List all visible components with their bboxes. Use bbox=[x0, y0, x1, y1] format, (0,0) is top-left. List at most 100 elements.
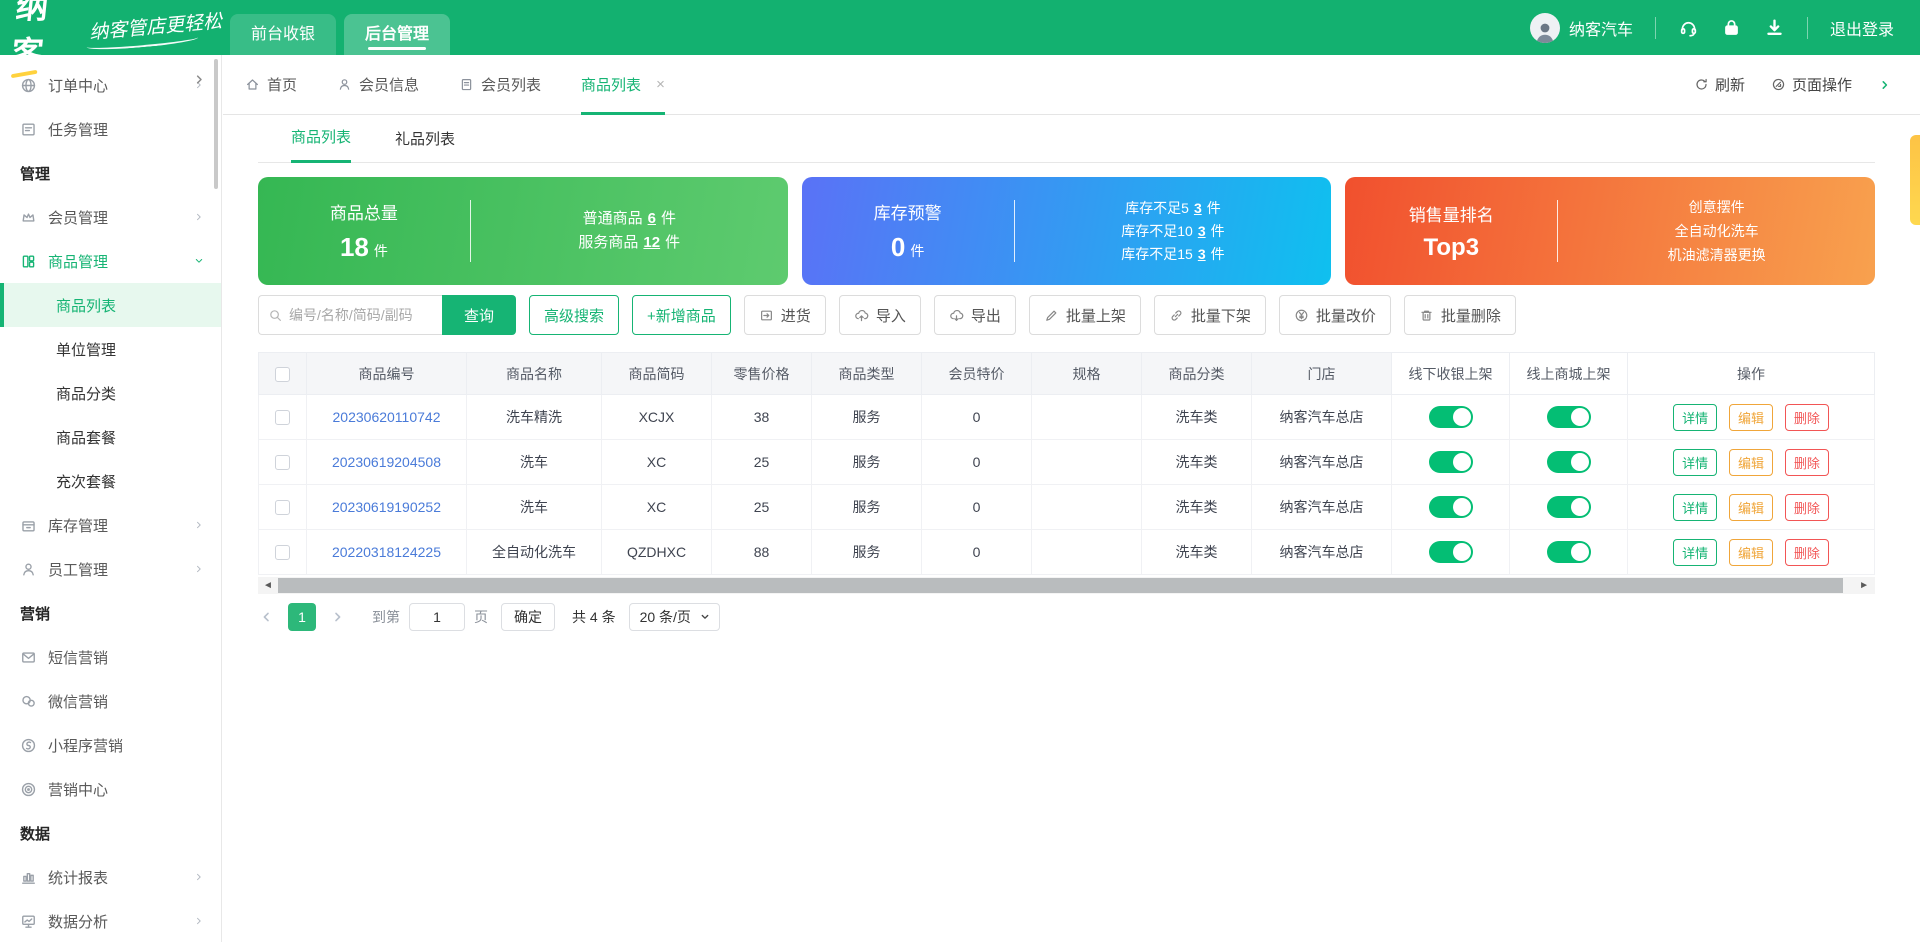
sidebar-item-label: 小程序营销 bbox=[48, 735, 123, 756]
crumb-tab-member-info[interactable]: 会员信息 bbox=[337, 55, 419, 114]
user-account[interactable]: 纳客汽车 bbox=[1530, 13, 1633, 43]
offline-shelf-toggle[interactable] bbox=[1429, 406, 1473, 428]
detail-button[interactable]: 详情 bbox=[1673, 539, 1717, 566]
add-goods-button[interactable]: +新增商品 bbox=[632, 295, 731, 335]
card-stock-warning: 库存预警 0件 库存不足53件 库存不足103件 库存不足153件 bbox=[802, 177, 1332, 285]
offline-shelf-toggle[interactable] bbox=[1429, 451, 1473, 473]
page-operations-icon bbox=[1771, 77, 1786, 92]
refresh-button[interactable]: 刷新 bbox=[1694, 74, 1745, 95]
search-input[interactable] bbox=[289, 307, 427, 323]
sidebar-item-member-management[interactable]: 会员管理 bbox=[0, 195, 221, 239]
row-checkbox[interactable] bbox=[275, 500, 290, 515]
online-shelf-toggle[interactable] bbox=[1547, 406, 1591, 428]
sidebar-item-statistics-report[interactable]: 统计报表 bbox=[0, 855, 221, 899]
goods-code-link[interactable]: 20230620110742 bbox=[333, 409, 441, 425]
prev-page-icon[interactable] bbox=[258, 609, 274, 625]
detail-button[interactable]: 详情 bbox=[1673, 404, 1717, 431]
download-icon[interactable] bbox=[1764, 17, 1785, 38]
crumb-tab-member-list[interactable]: 会员列表 bbox=[459, 55, 541, 114]
delete-button[interactable]: 删除 bbox=[1785, 404, 1829, 431]
lock-icon[interactable] bbox=[1721, 17, 1742, 38]
page-actions: 刷新 页面操作 bbox=[1694, 74, 1892, 95]
sidebar-item-staff-management[interactable]: 员工管理 bbox=[0, 547, 221, 591]
scroll-right-arrow-icon[interactable]: ► bbox=[1859, 580, 1869, 591]
goods-code-link[interactable]: 20230619190252 bbox=[332, 499, 441, 515]
scroll-left-arrow-icon[interactable]: ◄ bbox=[263, 580, 273, 591]
side-floating-tab[interactable] bbox=[1910, 135, 1920, 225]
edit-button[interactable]: 编辑 bbox=[1729, 494, 1773, 521]
logo-text: 纳客 bbox=[9, 0, 78, 74]
chevron-right-icon[interactable] bbox=[1878, 78, 1892, 92]
sidebar-item-unit-management[interactable]: 单位管理 bbox=[0, 327, 221, 371]
tab-front-cashier[interactable]: 前台收银 bbox=[230, 14, 336, 55]
sidebar-item-sms-marketing[interactable]: 短信营销 bbox=[0, 635, 221, 679]
online-shelf-toggle[interactable] bbox=[1547, 541, 1591, 563]
per-page-select[interactable]: 20 条/页 bbox=[629, 603, 720, 631]
goods-code-link[interactable]: 20230619204508 bbox=[332, 454, 441, 470]
sidebar-item-miniprogram-marketing[interactable]: 小程序营销 bbox=[0, 723, 221, 767]
export-button[interactable]: 导出 bbox=[934, 295, 1016, 335]
goto-page-input[interactable] bbox=[409, 603, 465, 631]
page-operations-button[interactable]: 页面操作 bbox=[1771, 74, 1852, 95]
batch-price-button[interactable]: 批量改价 bbox=[1279, 295, 1391, 335]
row-checkbox[interactable] bbox=[275, 455, 290, 470]
sidebar-scrollbar-thumb[interactable] bbox=[214, 59, 218, 189]
refresh-label: 刷新 bbox=[1715, 74, 1745, 95]
online-shelf-toggle[interactable] bbox=[1547, 451, 1591, 473]
current-page-button[interactable]: 1 bbox=[288, 603, 316, 631]
logout-button[interactable]: 退出登录 bbox=[1830, 16, 1894, 40]
batch-offshelf-button[interactable]: 批量下架 bbox=[1154, 295, 1266, 335]
search-button[interactable]: 查询 bbox=[442, 295, 516, 335]
detail-button[interactable]: 详情 bbox=[1673, 449, 1717, 476]
tab-goods-list[interactable]: 商品列表 bbox=[291, 126, 351, 163]
horizontal-scrollbar[interactable]: ◄ ► bbox=[258, 577, 1875, 594]
sidebar-item-recharge-package[interactable]: 充次套餐 bbox=[0, 459, 221, 503]
chevron-right-icon bbox=[193, 915, 205, 927]
sidebar-collapse-icon[interactable] bbox=[192, 72, 207, 87]
sidebar-item-goods-package[interactable]: 商品套餐 bbox=[0, 415, 221, 459]
chevron-right-icon bbox=[193, 563, 205, 575]
tab-backend-admin[interactable]: 后台管理 bbox=[344, 14, 450, 55]
goods-code-link[interactable]: 20220318124225 bbox=[332, 544, 441, 560]
sidebar-item-goods-management[interactable]: 商品管理 bbox=[0, 239, 221, 283]
advanced-search-button[interactable]: 高级搜索 bbox=[529, 295, 619, 335]
card-line: 库存不足103件 bbox=[1015, 220, 1332, 243]
delete-button[interactable]: 删除 bbox=[1785, 494, 1829, 521]
close-icon[interactable]: × bbox=[656, 76, 665, 93]
purchase-button[interactable]: 进货 bbox=[744, 295, 826, 335]
row-checkbox[interactable] bbox=[275, 545, 290, 560]
sidebar-item-wechat-marketing[interactable]: 微信营销 bbox=[0, 679, 221, 723]
edit-button[interactable]: 编辑 bbox=[1729, 449, 1773, 476]
select-all-checkbox[interactable] bbox=[275, 367, 290, 382]
card-number: Top3 bbox=[1345, 234, 1557, 262]
tab-gift-list[interactable]: 礼品列表 bbox=[395, 128, 455, 162]
sidebar-item-goods-list[interactable]: 商品列表 bbox=[0, 283, 221, 327]
crumb-tab-goods-list[interactable]: 商品列表 × bbox=[581, 56, 665, 115]
batch-onshelf-button[interactable]: 批量上架 bbox=[1029, 295, 1141, 335]
offline-shelf-toggle[interactable] bbox=[1429, 496, 1473, 518]
import-button[interactable]: 导入 bbox=[839, 295, 921, 335]
sidebar-item-data-analysis[interactable]: 数据分析 bbox=[0, 899, 221, 942]
delete-button[interactable]: 删除 bbox=[1785, 539, 1829, 566]
sidebar-item-task-management[interactable]: 任务管理 bbox=[0, 107, 221, 151]
sidebar-item-inventory-management[interactable]: 库存管理 bbox=[0, 503, 221, 547]
detail-button[interactable]: 详情 bbox=[1673, 494, 1717, 521]
batch-delete-button[interactable]: 批量删除 bbox=[1404, 295, 1516, 335]
edit-button[interactable]: 编辑 bbox=[1729, 539, 1773, 566]
crumb-tab-home[interactable]: 首页 bbox=[245, 55, 297, 114]
online-shelf-toggle[interactable] bbox=[1547, 496, 1591, 518]
edit-button[interactable]: 编辑 bbox=[1729, 404, 1773, 431]
card-detail: 创意摆件 全自动化洗车 机油滤清器更换 bbox=[1558, 195, 1875, 267]
col-header: 线下收银上架 bbox=[1392, 353, 1510, 395]
topbar-divider bbox=[1655, 17, 1656, 39]
sidebar-item-marketing-center[interactable]: 营销中心 bbox=[0, 767, 221, 811]
row-checkbox[interactable] bbox=[275, 410, 290, 425]
delete-button[interactable]: 删除 bbox=[1785, 449, 1829, 476]
next-page-icon[interactable] bbox=[330, 609, 346, 625]
offline-shelf-toggle[interactable] bbox=[1429, 541, 1473, 563]
customer-service-icon[interactable] bbox=[1678, 17, 1699, 38]
sidebar-item-goods-category[interactable]: 商品分类 bbox=[0, 371, 221, 415]
confirm-button[interactable]: 确定 bbox=[501, 603, 555, 631]
scrollbar-thumb[interactable] bbox=[278, 578, 1843, 593]
avatar bbox=[1530, 13, 1560, 43]
